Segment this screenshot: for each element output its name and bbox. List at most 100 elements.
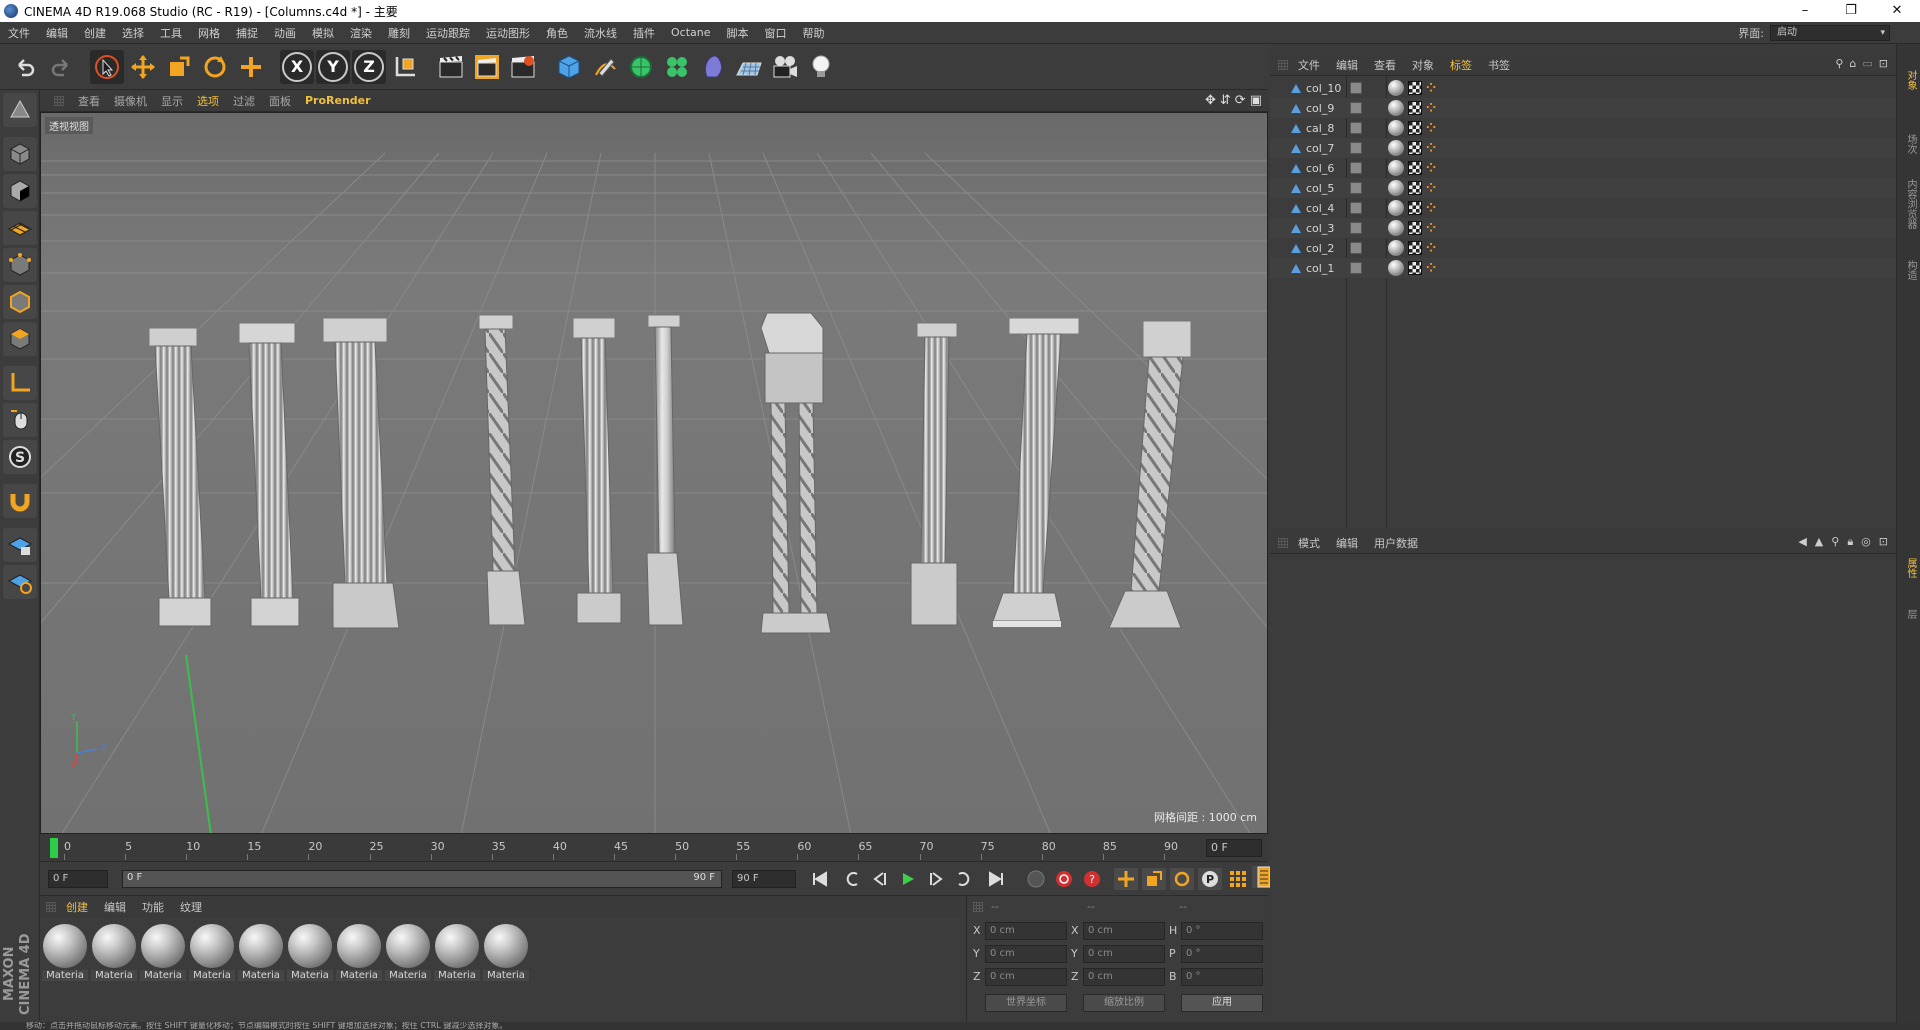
texture-tag-icon[interactable] [1408, 121, 1422, 135]
object-row-col_6[interactable]: col_6 ⁘ [1270, 158, 1896, 178]
magnet-snap-icon[interactable] [3, 484, 37, 518]
material-swatch[interactable]: Materia [483, 924, 529, 986]
material-tag-icon[interactable] [1388, 160, 1404, 176]
timeline-cursor[interactable] [50, 838, 58, 858]
texture-tag-icon[interactable] [1408, 201, 1422, 215]
material-tag-icon[interactable] [1388, 260, 1404, 276]
next-frame-icon[interactable] [924, 868, 948, 890]
perspective-viewport[interactable]: Y Z X 透视视图 网格间距 : 1000 cm [40, 112, 1268, 834]
object-row-col_7[interactable]: col_7 ⁘ [1270, 138, 1896, 158]
coord-rot-b-field[interactable]: 0 ° [1181, 968, 1263, 986]
material-swatch[interactable]: Materia [238, 924, 284, 986]
om-menu-bookmarks[interactable]: 书签 [1488, 57, 1510, 73]
material-tag-icon[interactable] [1388, 120, 1404, 136]
pen-icon[interactable] [588, 50, 622, 84]
tab-layers[interactable]: 层 [1900, 584, 1918, 644]
object-row-col_4[interactable]: col_4 ⁘ [1270, 198, 1896, 218]
orbit-view-icon[interactable]: ⟳ [1235, 93, 1246, 108]
coord-size-y-field[interactable]: 0 cm [1083, 945, 1165, 963]
phong-tag-icon[interactable]: ⁘ [1426, 141, 1436, 155]
phong-tag-icon[interactable]: ⁘ [1426, 201, 1436, 215]
object-row-col_1[interactable]: col_1 ⁘ [1270, 258, 1896, 278]
coord-pos-x-field[interactable]: 0 cm [985, 922, 1067, 940]
next-key-icon[interactable] [952, 868, 976, 890]
phong-tag-icon[interactable]: ⁘ [1426, 241, 1436, 255]
material-swatch[interactable]: Materia [42, 924, 88, 986]
menu-mesh[interactable]: 网格 [190, 25, 228, 41]
coord-size-x-field[interactable]: 0 cm [1083, 922, 1165, 940]
phong-tag-icon[interactable]: ⁘ [1426, 161, 1436, 175]
am-menu-mode[interactable]: 模式 [1298, 535, 1320, 551]
lock-icon[interactable]: 🔒︎ [1847, 535, 1853, 549]
coord-pos-z-field[interactable]: 0 cm [985, 968, 1067, 986]
visibility-toggle[interactable] [1350, 162, 1362, 174]
menu-window[interactable]: 窗口 [757, 25, 795, 41]
phong-tag-icon[interactable]: ⁘ [1426, 81, 1436, 95]
visibility-toggle[interactable] [1350, 242, 1362, 254]
panel-grip-icon[interactable] [1278, 60, 1288, 70]
apply-button[interactable]: 应用 [1181, 994, 1263, 1012]
am-menu-edit[interactable]: 编辑 [1336, 535, 1358, 551]
new-window-icon[interactable]: ⊡ [1879, 57, 1888, 70]
menu-edit[interactable]: 编辑 [38, 25, 76, 41]
menu-tools[interactable]: 工具 [152, 25, 190, 41]
render-settings-icon[interactable] [506, 50, 540, 84]
viewport-menu-display[interactable]: 显示 [161, 93, 183, 109]
texture-tag-icon[interactable] [1408, 141, 1422, 155]
search-icon[interactable]: ⚲ [1835, 57, 1843, 70]
material-swatch[interactable]: Materia [385, 924, 431, 986]
coord-rot-p-field[interactable]: 0 ° [1181, 945, 1263, 963]
texture-tag-icon[interactable] [1408, 181, 1422, 195]
material-swatch[interactable]: Materia [140, 924, 186, 986]
material-swatch[interactable]: Materia [434, 924, 480, 986]
panel-grip-icon[interactable] [54, 95, 64, 106]
menu-plugins[interactable]: 插件 [625, 25, 663, 41]
rotate-icon[interactable] [198, 50, 232, 84]
render-picture-icon[interactable] [470, 50, 504, 84]
tab-structure[interactable]: 构造 [1900, 240, 1918, 300]
material-swatch[interactable]: Materia [336, 924, 382, 986]
visibility-toggle[interactable] [1350, 202, 1362, 214]
key-parameter-icon[interactable]: P [1198, 868, 1222, 890]
material-tag-icon[interactable] [1388, 200, 1404, 216]
phong-tag-icon[interactable]: ⁘ [1426, 261, 1436, 275]
menu-snap[interactable]: 捕捉 [228, 25, 266, 41]
tab-content-browser[interactable]: 内容浏览器 [1900, 164, 1918, 244]
autokey-icon[interactable]: ? [1080, 868, 1104, 890]
x-axis-icon[interactable]: X [280, 49, 314, 84]
object-row-col_3[interactable]: col_3 ⁘ [1270, 218, 1896, 238]
home-icon[interactable]: ⌂ [1849, 57, 1856, 70]
search-icon[interactable]: ⚲ [1831, 535, 1839, 549]
back-arrow-icon[interactable]: ◀ [1798, 535, 1806, 549]
viewport-menu-camera[interactable]: 摄像机 [114, 93, 147, 109]
pan-view-icon[interactable]: ✥ [1205, 93, 1216, 108]
tweak-mode-icon[interactable] [3, 403, 37, 437]
world-coords-select[interactable]: 世界坐标 [985, 994, 1067, 1012]
texture-tag-icon[interactable] [1408, 81, 1422, 95]
coord-pos-y-field[interactable]: 0 cm [985, 945, 1067, 963]
material-swatch[interactable]: Materia [287, 924, 333, 986]
menu-mograph[interactable]: 运动图形 [478, 25, 538, 41]
material-menu-function[interactable]: 功能 [142, 899, 164, 915]
add-icon[interactable] [234, 50, 268, 84]
menu-animate[interactable]: 动画 [266, 25, 304, 41]
key-position-icon[interactable] [1114, 868, 1138, 890]
om-menu-object[interactable]: 对象 [1412, 57, 1434, 73]
layout-select[interactable]: 启动 [1770, 25, 1890, 41]
prev-key-icon[interactable] [840, 868, 864, 890]
subdivision-icon[interactable] [624, 50, 658, 84]
snap-s-icon[interactable]: S [3, 440, 37, 474]
coord-system-icon[interactable] [388, 50, 422, 84]
visibility-toggle[interactable] [1350, 182, 1362, 194]
minimize-button[interactable]: – [1782, 0, 1828, 22]
phong-tag-icon[interactable]: ⁘ [1426, 121, 1436, 135]
material-tag-icon[interactable] [1388, 220, 1404, 236]
menu-pipeline[interactable]: 流水线 [576, 25, 625, 41]
material-tag-icon[interactable] [1388, 100, 1404, 116]
cloner-icon[interactable] [660, 50, 694, 84]
visibility-toggle[interactable] [1350, 222, 1362, 234]
panel-grip-icon[interactable] [1278, 538, 1288, 548]
polygons-mode-icon[interactable] [3, 322, 37, 356]
object-mode-icon[interactable] [3, 137, 37, 171]
menu-create[interactable]: 创建 [76, 25, 114, 41]
